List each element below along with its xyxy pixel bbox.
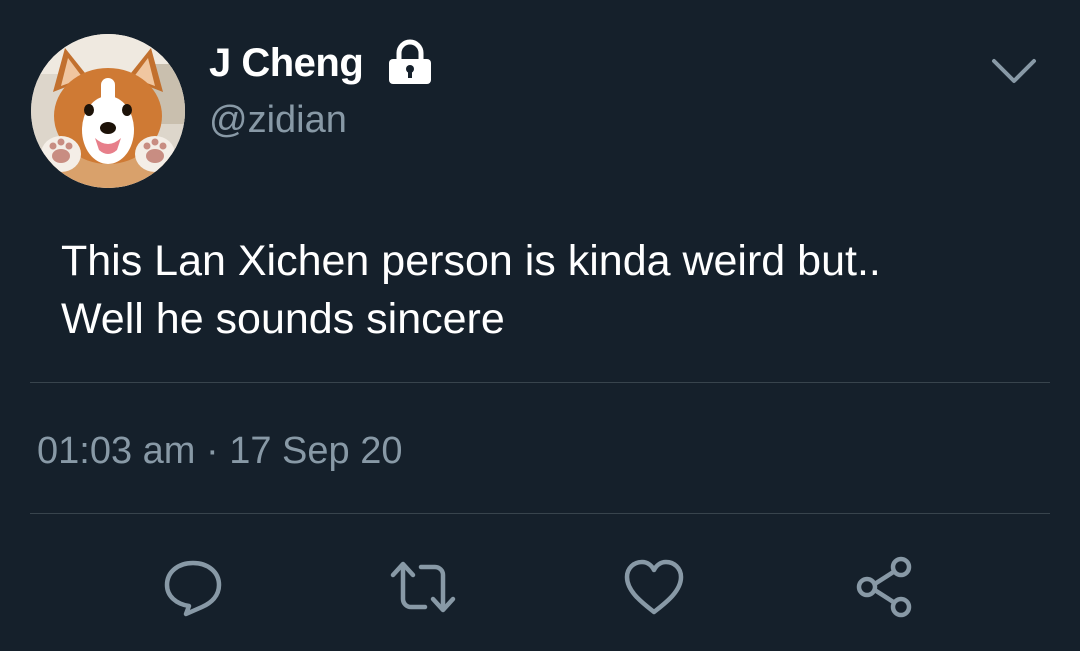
reply-icon [164,560,222,617]
reply-button[interactable] [158,552,228,622]
retweet-button[interactable] [388,552,458,622]
tweet-text-line: This Lan Xichen person is kinda weird bu… [61,237,881,285]
user-handle[interactable]: @zidian [209,97,347,143]
tweet-card: J Cheng @zidian This Lan Xichen person i… [0,0,1080,651]
lock-icon [389,39,431,84]
like-button[interactable] [619,552,689,622]
divider [30,382,1050,383]
tweet-text-line: Well he sounds sincere [61,295,505,343]
chevron-down-icon[interactable] [991,56,1037,86]
retweet-icon [390,561,456,613]
share-icon [856,556,912,618]
share-button[interactable] [850,552,920,622]
avatar[interactable] [31,34,185,188]
corgi-avatar-image [31,34,185,188]
display-name[interactable]: J Cheng [209,39,364,87]
tweet-timestamp[interactable]: 01:03 am · 17 Sep 20 [37,428,402,474]
divider [30,513,1050,514]
like-icon [624,559,684,615]
tweet-text: This Lan Xichen person is kinda weird bu… [61,232,1041,348]
